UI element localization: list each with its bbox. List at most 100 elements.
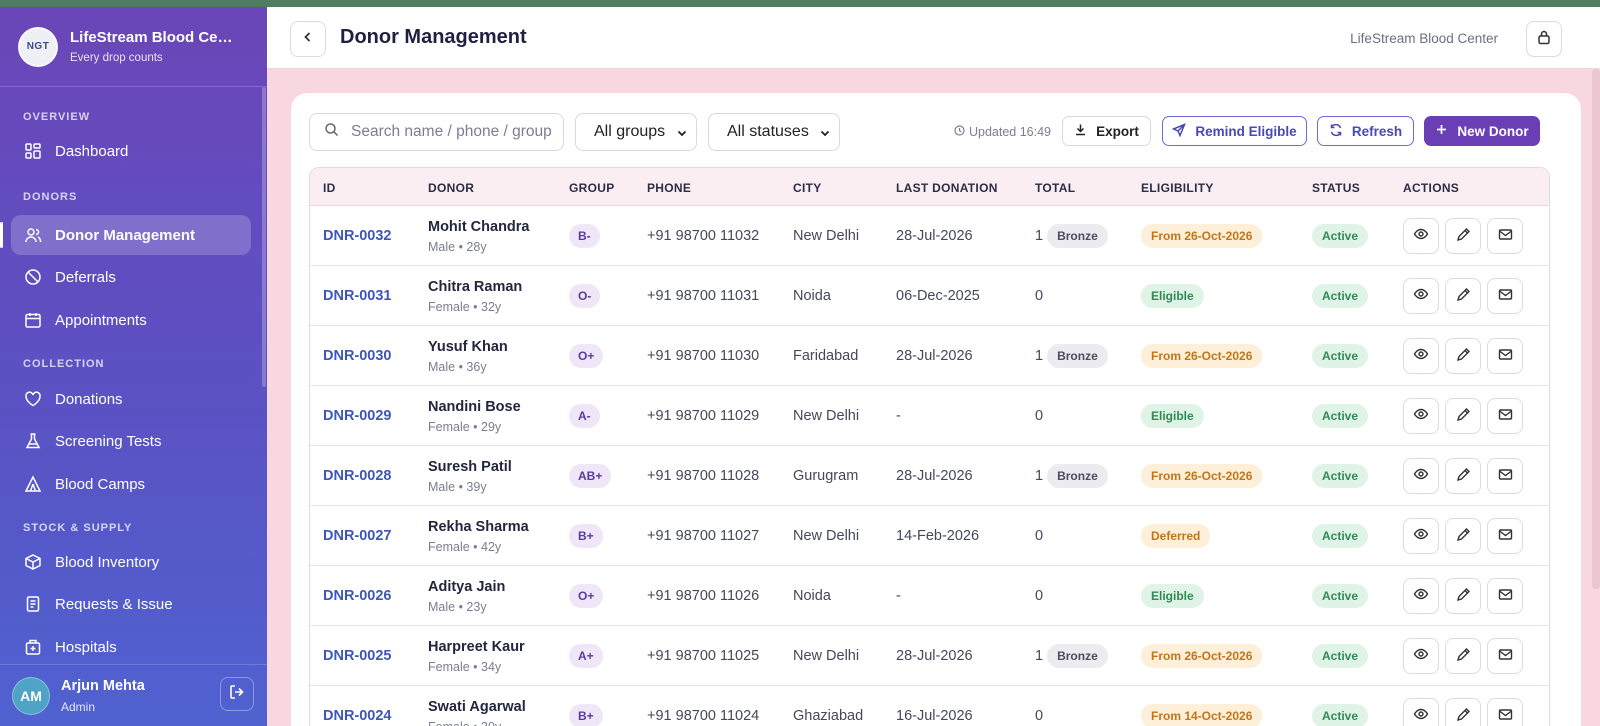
message-button[interactable]	[1487, 218, 1523, 254]
blood-group-badge: B+	[569, 524, 603, 548]
view-button[interactable]	[1403, 638, 1439, 674]
sidebar-item-blood-camps[interactable]: Blood Camps	[11, 464, 251, 504]
view-button[interactable]	[1403, 578, 1439, 614]
donor-id-link[interactable]: DNR-0025	[323, 648, 392, 664]
donor-id-link[interactable]: DNR-0030	[323, 348, 392, 364]
column-header-last-donation[interactable]: LAST DONATION	[896, 181, 998, 195]
edit-button[interactable]	[1445, 398, 1481, 434]
lock-button[interactable]	[1526, 21, 1562, 57]
message-button[interactable]	[1487, 578, 1523, 614]
edit-button[interactable]	[1445, 338, 1481, 374]
donor-id-link[interactable]: DNR-0024	[323, 708, 392, 724]
hospital-icon	[24, 638, 42, 656]
blood-group-badge: A+	[569, 644, 603, 668]
column-header-eligibility[interactable]: ELIGIBILITY	[1141, 181, 1214, 195]
column-header-phone[interactable]: PHONE	[647, 181, 691, 195]
table-row[interactable]: DNR-0031 Chitra Raman Female • 32y O- +9…	[310, 266, 1549, 326]
edit-button[interactable]	[1445, 458, 1481, 494]
donor-id-link[interactable]: DNR-0032	[323, 228, 392, 244]
new-donor-button[interactable]: New Donor	[1424, 116, 1540, 146]
remind-eligible-button[interactable]: Remind Eligible	[1162, 116, 1307, 146]
status-badge: Active	[1312, 344, 1369, 368]
last-donation-date: -	[896, 588, 901, 604]
eligibility-badge: Eligible	[1141, 404, 1204, 428]
sidebar-scrollbar[interactable]	[262, 87, 266, 387]
table-row[interactable]: DNR-0028 Suresh Patil Male • 39y AB+ +91…	[310, 446, 1549, 506]
view-button[interactable]	[1403, 278, 1439, 314]
message-button[interactable]	[1487, 698, 1523, 726]
column-header-donor[interactable]: DONOR	[428, 181, 474, 195]
donor-id-link[interactable]: DNR-0031	[323, 288, 392, 304]
sidebar-item-dashboard[interactable]: Dashboard	[11, 131, 251, 171]
view-button[interactable]	[1403, 698, 1439, 726]
sidebar-item-label: Hospitals	[55, 638, 117, 656]
donor-id-link[interactable]: DNR-0028	[323, 468, 392, 484]
view-button[interactable]	[1403, 338, 1439, 374]
back-button[interactable]	[290, 21, 326, 57]
search-input[interactable]	[351, 123, 551, 141]
edit-button[interactable]	[1445, 578, 1481, 614]
view-button[interactable]	[1403, 218, 1439, 254]
edit-button[interactable]	[1445, 218, 1481, 254]
page-scrollbar[interactable]	[1592, 69, 1600, 589]
sidebar-item-screening-tests[interactable]: Screening Tests	[11, 421, 251, 461]
sidebar-item-donations[interactable]: Donations	[11, 379, 251, 419]
table-row[interactable]: DNR-0026 Aditya Jain Male • 23y O+ +91 9…	[310, 566, 1549, 626]
view-button[interactable]	[1403, 518, 1439, 554]
sidebar-item-appointments[interactable]: Appointments	[11, 300, 251, 340]
export-button[interactable]: Export	[1062, 116, 1151, 146]
view-button[interactable]	[1403, 458, 1439, 494]
blood-group-badge: A-	[569, 404, 600, 428]
edit-button[interactable]	[1445, 518, 1481, 554]
city: Faridabad	[793, 348, 859, 364]
message-button[interactable]	[1487, 338, 1523, 374]
org-name: LifeStream Blood Center	[1350, 31, 1498, 46]
sidebar-item-blood-inventory[interactable]: Blood Inventory	[11, 542, 251, 582]
table-row[interactable]: DNR-0025 Harpreet Kaur Female • 34y A+ +…	[310, 626, 1549, 686]
message-button[interactable]	[1487, 458, 1523, 494]
edit-button[interactable]	[1445, 638, 1481, 674]
sidebar-item-requests-issue[interactable]: Requests & Issue	[11, 584, 251, 624]
last-donation-date: 28-Jul-2026	[896, 468, 973, 484]
column-header-group[interactable]: GROUP	[569, 181, 615, 195]
message-button[interactable]	[1487, 398, 1523, 434]
brand-name: LifeStream Blood Center	[70, 29, 240, 46]
logout-button[interactable]	[220, 677, 254, 711]
donor-table: ID DONOR GROUP PHONE CITY LAST DONATION …	[309, 167, 1550, 726]
last-donation-date: 06-Dec-2025	[896, 288, 980, 304]
refresh-button[interactable]: Refresh	[1317, 116, 1414, 146]
table-row[interactable]: DNR-0029 Nandini Bose Female • 29y A- +9…	[310, 386, 1549, 446]
view-button[interactable]	[1403, 398, 1439, 434]
nav-section-stock-supply: STOCK & SUPPLY	[23, 522, 133, 534]
column-header-total[interactable]: TOTAL	[1035, 181, 1075, 195]
table-row[interactable]: DNR-0032 Mohit Chandra Male • 28y B- +91…	[310, 206, 1549, 266]
column-header-id[interactable]: ID	[323, 181, 336, 195]
sidebar-item-donor-management[interactable]: Donor Management	[11, 215, 251, 255]
table-row[interactable]: DNR-0024 Swati Agarwal Female • 30y B+ +…	[310, 686, 1549, 726]
mail-icon	[1498, 227, 1513, 246]
group-filter-select[interactable]: All groups	[575, 113, 697, 151]
mail-icon	[1498, 707, 1513, 726]
message-button[interactable]	[1487, 518, 1523, 554]
donor-id-link[interactable]: DNR-0026	[323, 588, 392, 604]
search-box[interactable]	[309, 113, 564, 151]
city: New Delhi	[793, 228, 860, 244]
donor-meta: Female • 42y	[428, 539, 502, 554]
message-button[interactable]	[1487, 278, 1523, 314]
column-header-status[interactable]: STATUS	[1312, 181, 1360, 195]
sidebar-item-hospitals[interactable]: Hospitals	[11, 627, 251, 667]
donor-meta: Male • 23y	[428, 599, 487, 614]
sidebar-item-deferrals[interactable]: Deferrals	[11, 257, 251, 297]
column-header-city[interactable]: CITY	[793, 181, 822, 195]
edit-button[interactable]	[1445, 698, 1481, 726]
donor-id-link[interactable]: DNR-0029	[323, 408, 392, 424]
edit-button[interactable]	[1445, 278, 1481, 314]
flask-icon	[24, 432, 42, 450]
table-row[interactable]: DNR-0027 Rekha Sharma Female • 42y B+ +9…	[310, 506, 1549, 566]
table-row[interactable]: DNR-0030 Yusuf Khan Male • 36y O+ +91 98…	[310, 326, 1549, 386]
donor-id-link[interactable]: DNR-0027	[323, 528, 392, 544]
donor-tier-badge: Bronze	[1047, 224, 1108, 248]
status-filter-select[interactable]: All statuses	[708, 113, 840, 151]
message-button[interactable]	[1487, 638, 1523, 674]
phone-number: +91 98700 11029	[647, 408, 760, 424]
